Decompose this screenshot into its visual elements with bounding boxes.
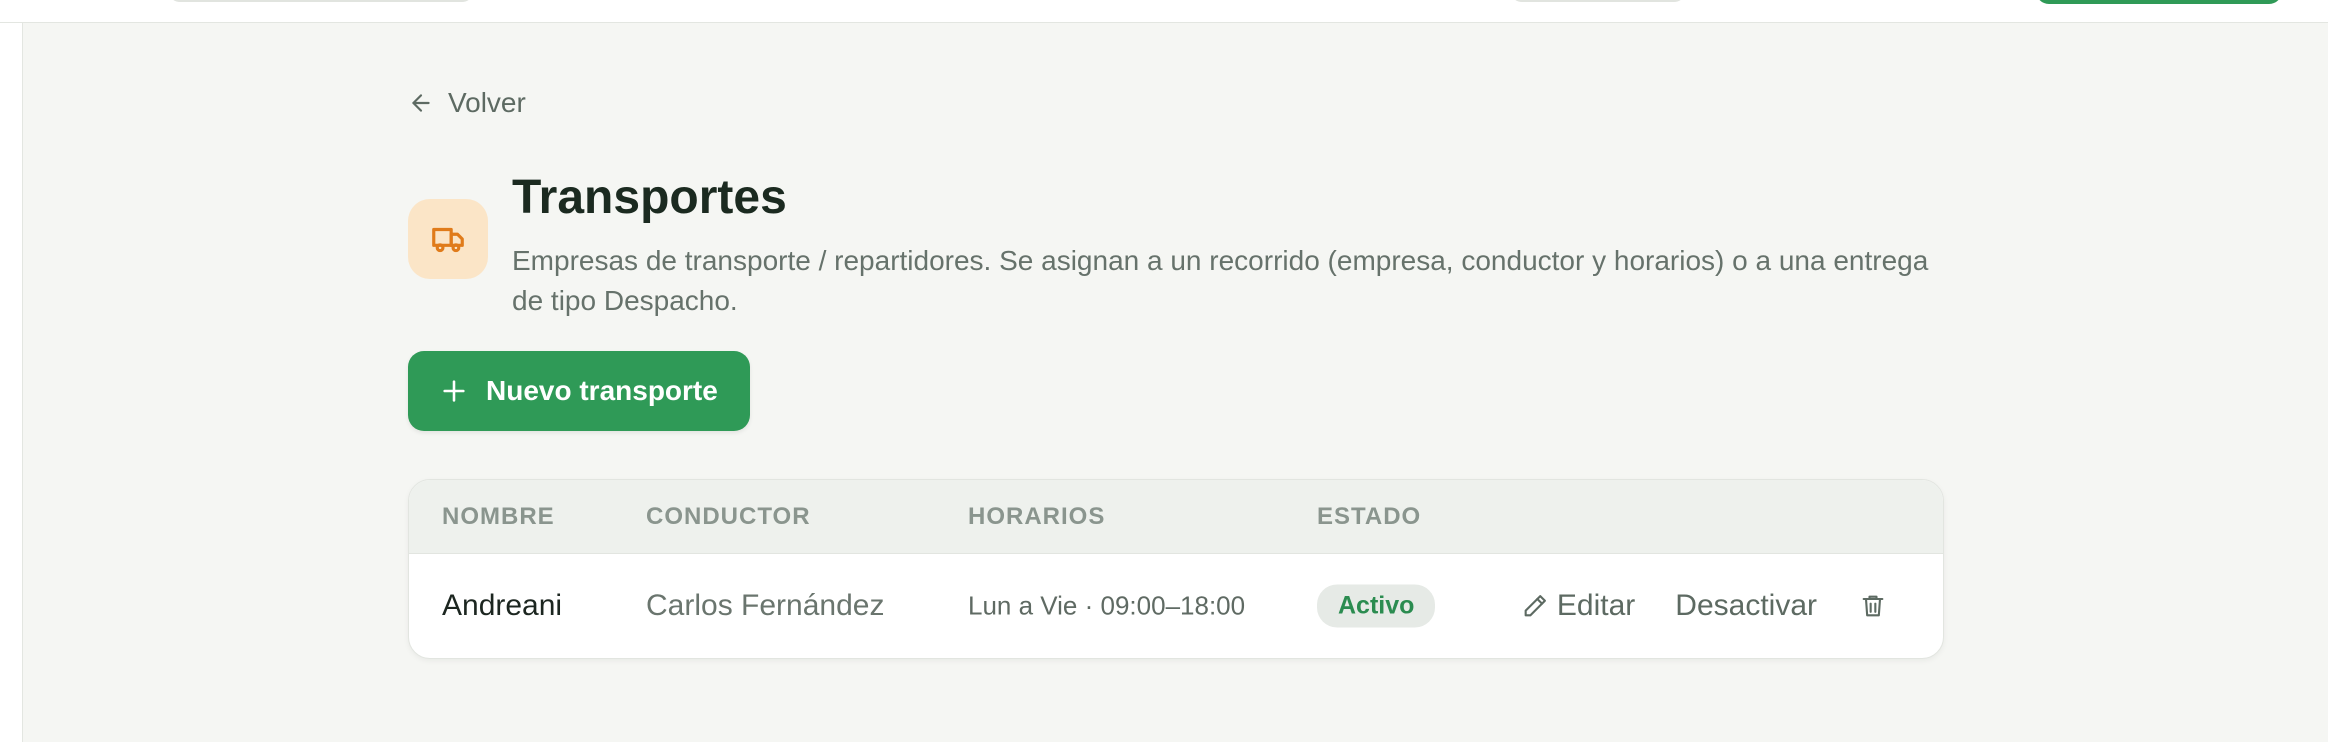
deactivate-label: Desactivar [1675,589,1817,622]
main-content: Volver Transportes Empresas de transport… [408,86,1944,659]
transports-table: NOMBRE CONDUCTOR HORARIOS ESTADO Andrean… [408,479,1944,659]
new-transport-button[interactable]: Nuevo transporte [408,351,750,431]
edit-label: Editar [1556,589,1636,622]
cell-conductor: Carlos Fernández [646,589,885,622]
edit-button[interactable]: Editar [1521,589,1635,623]
header-control[interactable] [1510,0,1686,2]
table-header: NOMBRE CONDUCTOR HORARIOS ESTADO [409,480,1943,554]
plus-icon [443,380,465,402]
column-header-conductor: CONDUCTOR [646,502,811,530]
truck-icon [432,227,464,253]
page-title: Transportes [512,171,787,224]
column-header-estado: ESTADO [1317,502,1422,530]
back-link[interactable]: Volver [408,86,526,120]
deactivate-button[interactable]: Desactivar [1675,589,1817,623]
cell-nombre: Andreani [442,589,563,622]
cell-estado: Activo [1317,584,1436,628]
header-icon-tile [408,199,488,279]
back-label: Volver [448,87,526,118]
page-header: Transportes Empresas de transporte / rep… [408,169,1944,321]
top-header [0,0,2328,23]
table-row: Andreani Carlos Fernández Lun a Vie · 09… [409,554,1943,658]
header-search-field[interactable] [168,0,474,2]
header-primary-button[interactable] [2036,0,2282,4]
left-sidebar [0,23,23,742]
arrow-left-icon [412,94,430,112]
status-badge: Activo [1317,584,1436,628]
row-actions: Editar Desactivar [1521,589,1887,623]
cell-horarios: Lun a Vie · 09:00–18:00 [968,590,1246,621]
page-subtitle: Empresas de transporte / repartidores. S… [512,245,1929,316]
new-transport-label: Nuevo transporte [486,375,718,406]
column-header-horarios: HORARIOS [968,502,1106,530]
pencil-icon [1524,595,1546,617]
delete-button[interactable] [1859,592,1887,620]
column-header-nombre: NOMBRE [442,502,555,530]
trash-icon [1862,595,1884,617]
